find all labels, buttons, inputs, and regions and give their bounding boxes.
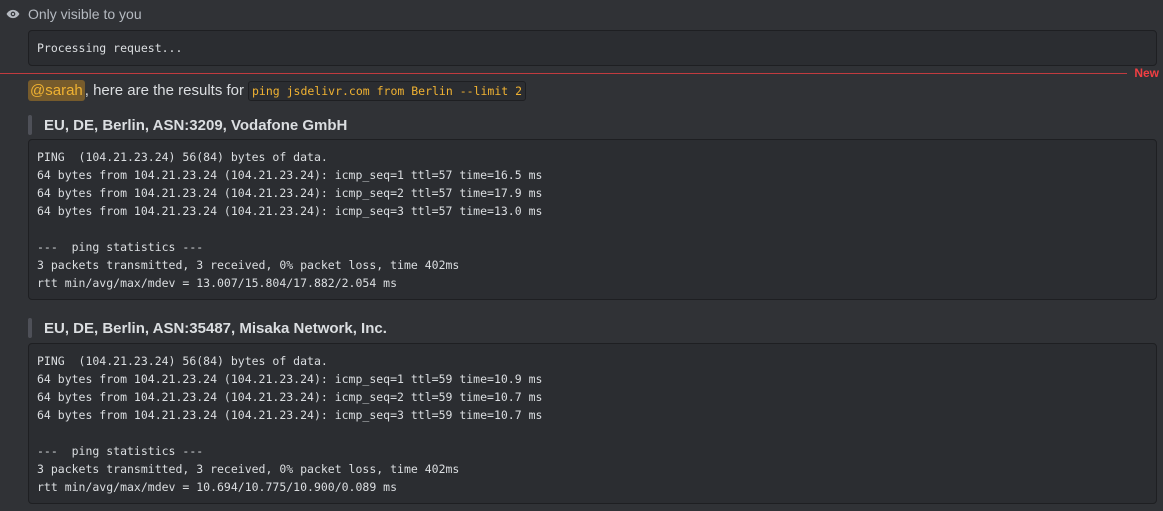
probe-heading-text: EU, DE, Berlin, ASN:35487, Misaka Networ… [44, 319, 387, 337]
ping-output-line [37, 220, 1148, 238]
new-messages-divider [0, 73, 1127, 74]
ping-output-block: PING (104.21.23.24) 56(84) bytes of data… [28, 343, 1157, 504]
quote-bar [28, 115, 32, 135]
ephemeral-notice: Only visible to you [6, 6, 142, 22]
chat-message-area: Only visible to you Processing request..… [0, 0, 1163, 511]
command-inline-code: ping jsdelivr.com from Berlin --limit 2 [248, 80, 527, 101]
probe-heading-text: EU, DE, Berlin, ASN:3209, Vodafone GmbH [44, 116, 348, 134]
quote-bar [28, 318, 32, 338]
processing-code-block: Processing request... [28, 30, 1157, 66]
ping-output-line: 64 bytes from 104.21.23.24 (104.21.23.24… [37, 372, 543, 386]
ping-output-line: --- ping statistics --- [37, 240, 204, 254]
ping-output-line: 64 bytes from 104.21.23.24 (104.21.23.24… [37, 186, 543, 200]
new-badge: New [1134, 66, 1159, 80]
eye-icon [6, 9, 20, 19]
ping-output-line: 3 packets transmitted, 3 received, 0% pa… [37, 258, 460, 272]
ping-output-line: PING (104.21.23.24) 56(84) bytes of data… [37, 150, 328, 164]
ping-output-line [37, 424, 1148, 442]
ping-output-line: rtt min/avg/max/mdev = 10.694/10.775/10.… [37, 480, 398, 494]
user-mention[interactable]: @sarah [28, 80, 85, 101]
ping-output-line: 64 bytes from 104.21.23.24 (104.21.23.24… [37, 390, 543, 404]
probe-heading: EU, DE, Berlin, ASN:3209, Vodafone GmbH [28, 115, 347, 135]
ping-output-line: 64 bytes from 104.21.23.24 (104.21.23.24… [37, 168, 543, 182]
ping-output-line: PING (104.21.23.24) 56(84) bytes of data… [37, 354, 328, 368]
ping-output-line: 64 bytes from 104.21.23.24 (104.21.23.24… [37, 204, 543, 218]
ping-output-block: PING (104.21.23.24) 56(84) bytes of data… [28, 139, 1157, 300]
ping-output-line: 64 bytes from 104.21.23.24 (104.21.23.24… [37, 408, 543, 422]
result-text: , here are the results for [84, 82, 244, 99]
probe-heading: EU, DE, Berlin, ASN:35487, Misaka Networ… [28, 318, 387, 338]
processing-text: Processing request... [37, 41, 183, 55]
ephemeral-text: Only visible to you [28, 6, 142, 22]
result-message: @sarah , here are the results for ping j… [28, 80, 527, 101]
ping-output-line: rtt min/avg/max/mdev = 13.007/15.804/17.… [37, 276, 398, 290]
ping-output-line: 3 packets transmitted, 3 received, 0% pa… [37, 462, 460, 476]
ping-output-line: --- ping statistics --- [37, 444, 204, 458]
